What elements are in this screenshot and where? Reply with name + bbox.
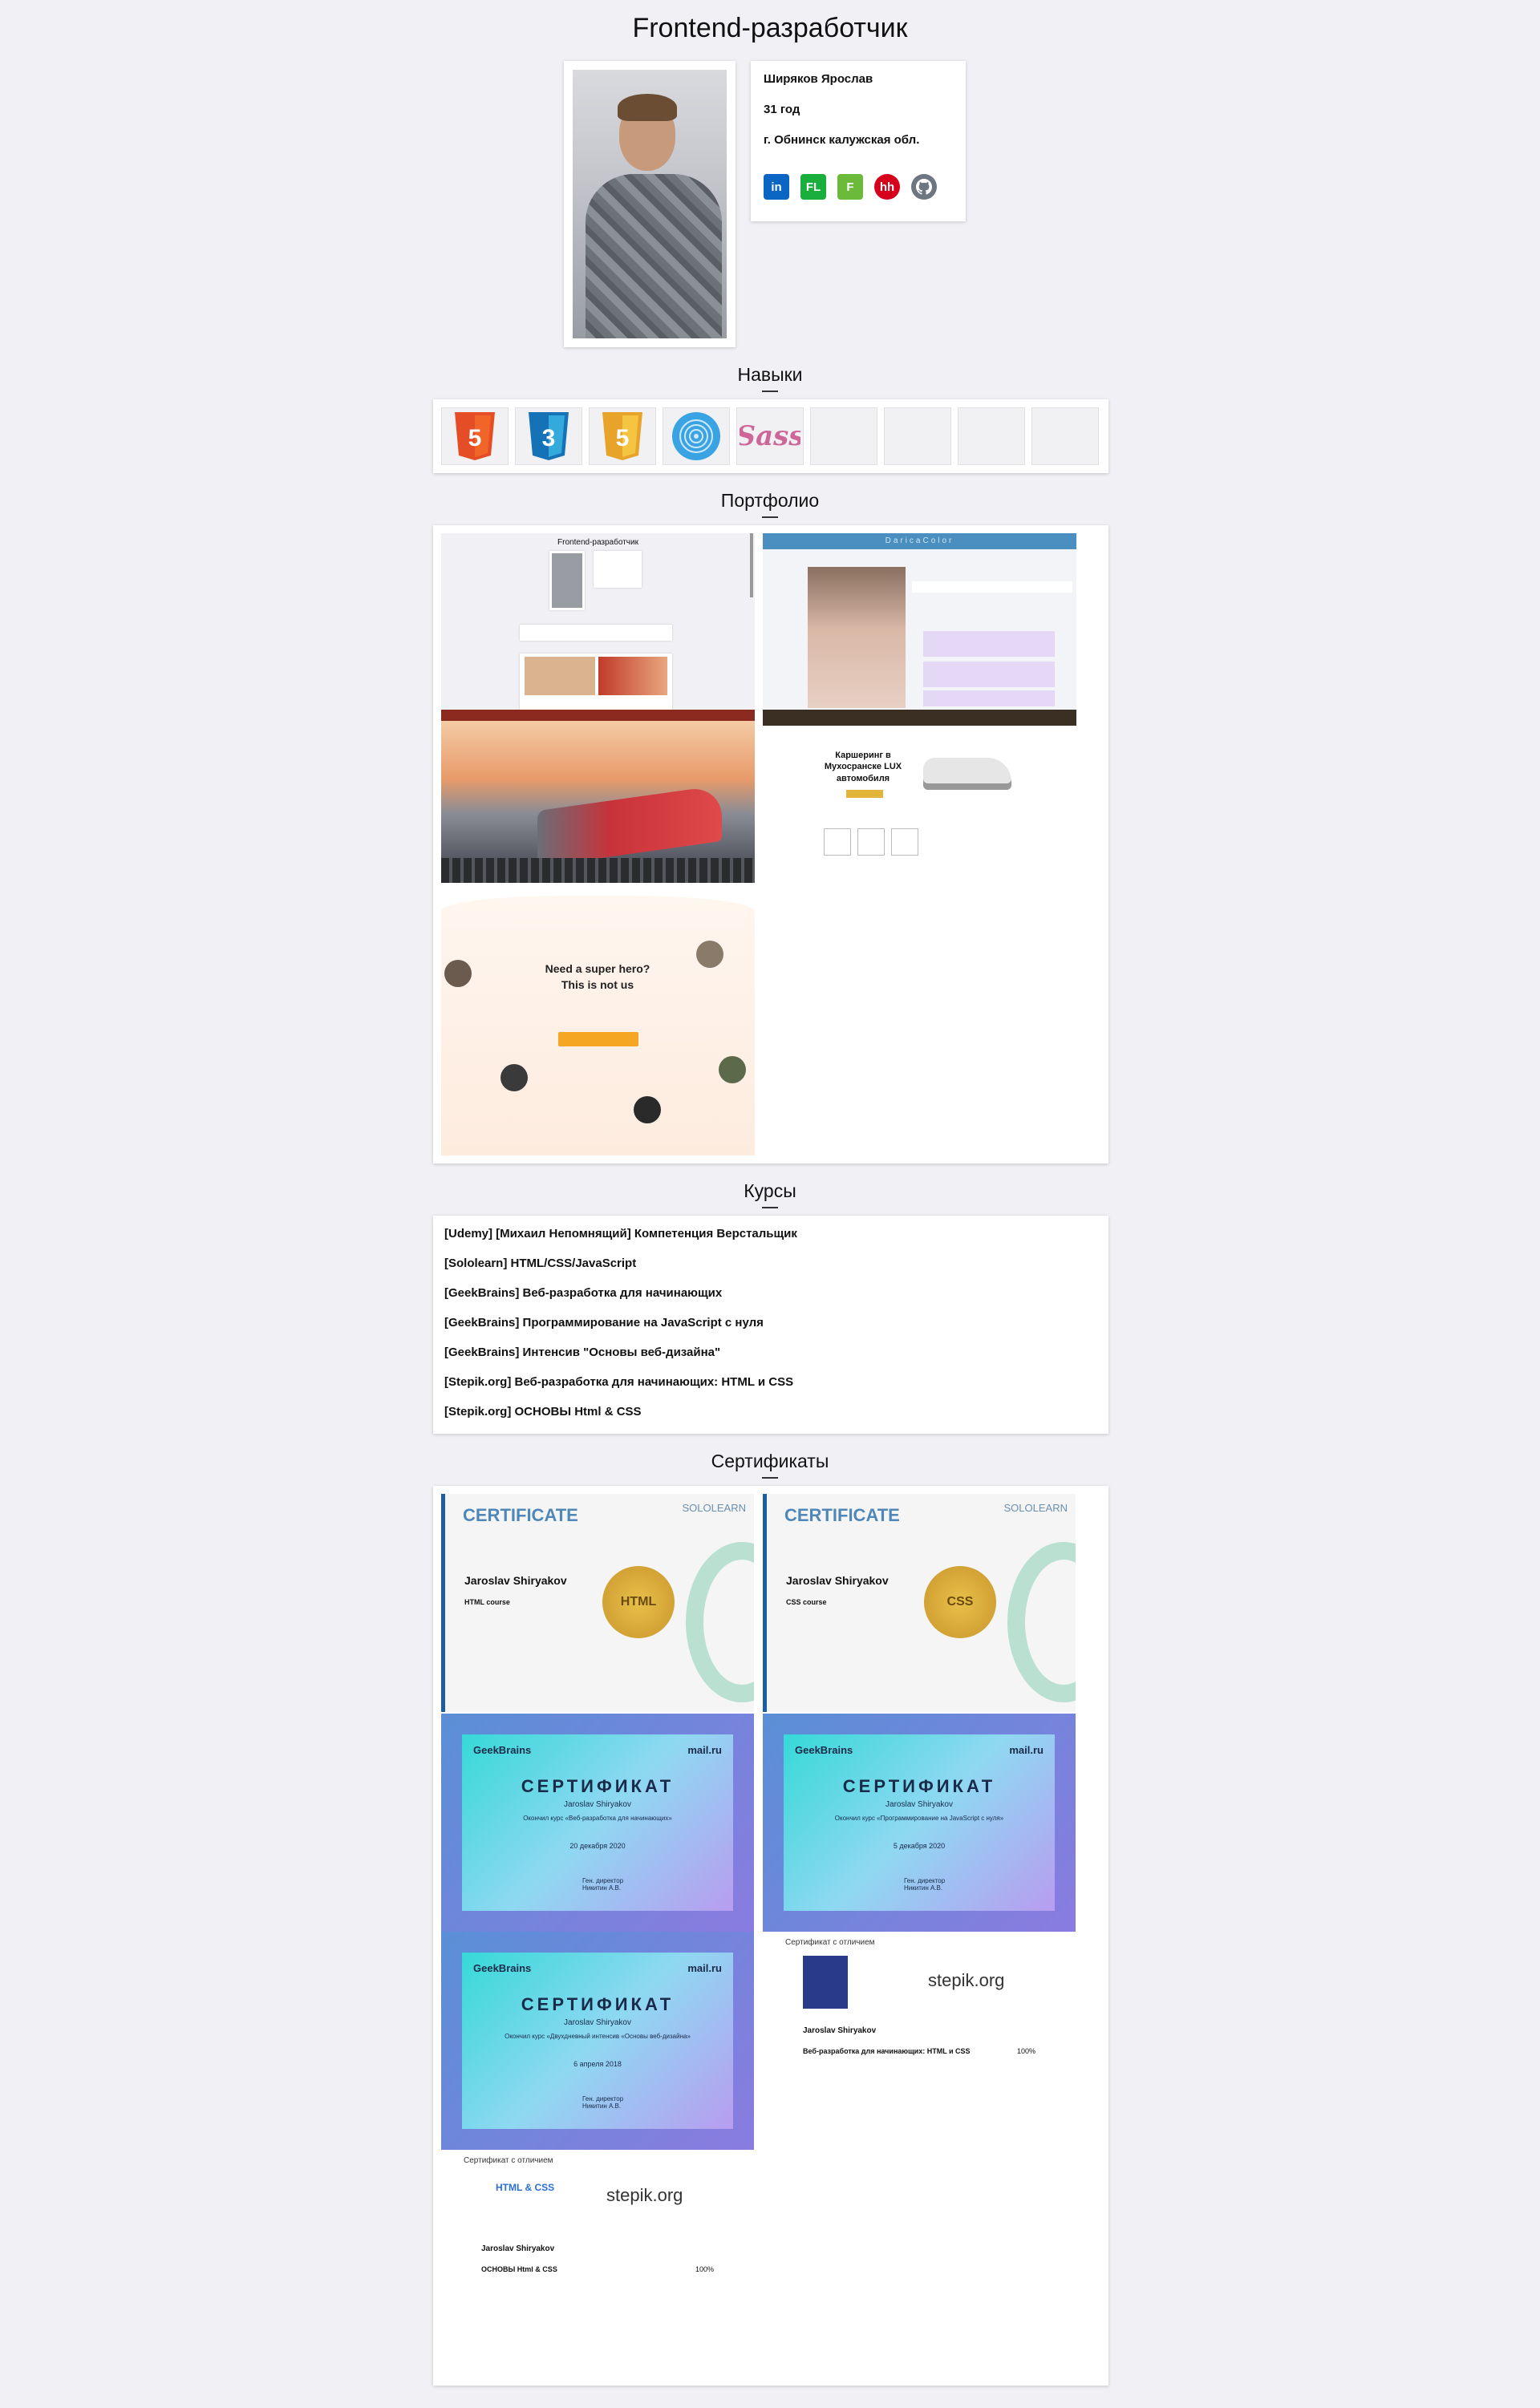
svg-text:5: 5 — [616, 425, 630, 451]
certificate-geekbrains-design[interactable]: GeekBrains mail.ru СЕРТИФИКАТ Jaroslav S… — [441, 1932, 754, 2150]
certificate-brand: GeekBrains — [473, 1962, 532, 1974]
certificates-title: Сертификаты — [0, 1451, 1540, 1479]
certificate-score: 100% — [695, 2265, 714, 2273]
certificate-brand: stepik.org — [928, 1970, 1005, 1990]
course-item: [Udemy] [Михаил Непомнящий] Компетенция … — [444, 1227, 797, 1240]
course-item: [Stepik.org] Веб-разработка для начинающ… — [444, 1375, 794, 1389]
certificate-title: CERTIFICATE — [784, 1505, 900, 1525]
certificate-brand: SOLOLEARN — [682, 1502, 746, 1514]
social-links: in FL F hh — [764, 174, 953, 200]
skills-title: Навыки — [0, 364, 1540, 392]
certificate-director: Ген. директор Никитин А.В. — [582, 2095, 624, 2110]
certificate-name: Jaroslav Shiryakov — [803, 2026, 877, 2035]
certificate-course: HTML course — [464, 1598, 510, 1606]
course-item: [Sololearn] HTML/CSS/JavaScript — [444, 1257, 637, 1270]
certificate-brand: GeekBrains — [473, 1744, 532, 1756]
profile-name: Ширяков Ярослав — [764, 72, 873, 86]
css3-icon: 3 — [515, 407, 582, 465]
certificate-sololearn-css[interactable]: CERTIFICATE SOLOLEARN Jaroslav Shiryakov… — [763, 1494, 1076, 1712]
sass-icon: Sass — [736, 407, 804, 465]
portfolio-card: Frontend-разработчик DaricaColor Каршери… — [433, 525, 1108, 1164]
github-icon[interactable] — [911, 174, 937, 200]
certificate-date: 20 декабря 2020 — [569, 1842, 626, 1850]
courses-title: Курсы — [0, 1180, 1540, 1208]
certificate-seal: CSS — [924, 1566, 996, 1638]
portfolio-title: Портфолио — [0, 490, 1540, 518]
certificate-header: Сертификат с отличием — [785, 1938, 875, 1947]
svg-text:Sass: Sass — [740, 420, 800, 452]
portfolio-thumb-heading: Каршеринг в Мухосранске LUX автомобиля — [824, 751, 902, 783]
skill-slot-empty — [958, 407, 1025, 465]
certificate-name: Jaroslav Shiryakov — [786, 1574, 889, 1587]
svg-text:3: 3 — [542, 425, 556, 451]
certificate-name: Jaroslav Shiryakov — [564, 1800, 631, 1809]
certificate-partner: mail.ru — [687, 1962, 722, 1974]
certificate-geekbrains-webdev[interactable]: GeekBrains mail.ru СЕРТИФИКАТ Jaroslav S… — [441, 1714, 754, 1932]
certificate-seal: HTML — [602, 1566, 675, 1638]
profile-photo — [573, 70, 727, 338]
certificate-stepik-basics[interactable]: Сертификат с отличием HTML & CSS stepik.… — [441, 2150, 754, 2374]
certificate-logo: HTML & CSS — [496, 2182, 555, 2193]
certificate-name: Jaroslav Shiryakov — [886, 1800, 953, 1809]
certificate-date: 5 декабря 2020 — [893, 1842, 946, 1850]
certificate-course: Веб-разработка для начинающих: HTML и CS… — [803, 2047, 971, 2055]
skill-slot-empty — [810, 407, 877, 465]
fingerprint-icon — [663, 407, 730, 465]
portfolio-item-train[interactable] — [441, 710, 755, 883]
certificate-geekbrains-js[interactable]: GeekBrains mail.ru СЕРТИФИКАТ Jaroslav S… — [763, 1714, 1076, 1932]
linkedin-icon[interactable]: in — [764, 174, 789, 200]
freelance-icon[interactable]: F — [837, 174, 863, 200]
portfolio-thumb-heading: Need a super hero? This is not us — [545, 962, 650, 991]
course-item: [GeekBrains] Веб-разработка для начинающ… — [444, 1286, 723, 1300]
course-item: [GeekBrains] Интенсив "Основы веб-дизайн… — [444, 1346, 721, 1359]
certificate-title: CERTIFICATE — [463, 1505, 578, 1525]
courses-card: [Udemy] [Михаил Непомнящий] Компетенция … — [433, 1216, 1108, 1434]
svg-text:5: 5 — [468, 425, 482, 451]
certificate-director: Ген. директор Никитин А.В. — [582, 1877, 624, 1892]
certificate-header: Сертификат с отличием — [464, 2156, 553, 2165]
profile-age: 31 год — [764, 103, 800, 116]
certificate-course: ОСНОВЫ Html & CSS — [481, 2265, 557, 2273]
profile-city: г. Обнинск калужская обл. — [764, 133, 920, 147]
certificate-course: CSS course — [786, 1598, 827, 1606]
profile-info-card: Ширяков Ярослав 31 год г. Обнинск калужс… — [751, 61, 966, 221]
certificate-title: СЕРТИФИКАТ — [521, 1776, 675, 1796]
certificate-name: Jaroslav Shiryakov — [464, 1574, 567, 1587]
certificate-title: СЕРТИФИКАТ — [842, 1776, 996, 1796]
course-item: [GeekBrains] Программирование на JavaScr… — [444, 1316, 764, 1329]
hh-icon[interactable]: hh — [874, 174, 900, 200]
certificate-name: Jaroslav Shiryakov — [481, 2244, 555, 2253]
portfolio-item-daricacolor[interactable]: DaricaColor — [763, 533, 1076, 710]
certificate-course: Окончил курс «Веб-разработка для начинаю… — [523, 1815, 672, 1822]
certificate-partner: mail.ru — [1009, 1744, 1044, 1756]
certificate-brand: SOLOLEARN — [1003, 1502, 1068, 1514]
certificate-date: 6 апреля 2018 — [573, 2060, 622, 2068]
profile-photo-card — [564, 61, 736, 347]
certificates-card: CERTIFICATE SOLOLEARN Jaroslav Shiryakov… — [433, 1486, 1108, 2386]
html5-icon: 5 — [441, 407, 509, 465]
course-item: [Stepik.org] ОСНОВЫ Html & CSS — [444, 1405, 642, 1418]
certificate-title: СЕРТИФИКАТ — [521, 1994, 675, 2014]
portfolio-item-superhero[interactable]: Need a super hero? This is not us — [441, 896, 755, 1155]
page-title: Frontend-разработчик — [632, 13, 908, 43]
portfolio-item-resume[interactable]: Frontend-разработчик — [441, 533, 755, 710]
certificate-sololearn-html[interactable]: CERTIFICATE SOLOLEARN Jaroslav Shiryakov… — [441, 1494, 754, 1712]
javascript-icon: 5 — [589, 407, 656, 465]
certificate-brand: GeekBrains — [795, 1744, 853, 1756]
certificate-course: Окончил курс «Двухдневный интенсив «Осно… — [505, 2033, 691, 2040]
certificate-course: Окончил курс «Программирование на JavaSc… — [834, 1815, 1004, 1822]
certificate-partner: mail.ru — [687, 1744, 722, 1756]
skill-slot-empty — [884, 407, 951, 465]
certificate-brand: stepik.org — [606, 2185, 683, 2205]
certificate-score: 100% — [1016, 2047, 1035, 2055]
portfolio-thumb-title: Frontend-разработчик — [557, 538, 638, 547]
fl-icon[interactable]: FL — [800, 174, 826, 200]
skills-card: 5 3 5 Sass — [433, 399, 1108, 473]
certificate-name: Jaroslav Shiryakov — [564, 2018, 631, 2027]
certificate-director: Ген. директор Никитин А.В. — [904, 1877, 946, 1892]
skill-slot-empty — [1031, 407, 1099, 465]
certificate-stepik-webdev[interactable]: Сертификат с отличием stepik.org Jarosla… — [763, 1932, 1076, 2150]
portfolio-thumb-title: DaricaColor — [763, 533, 1076, 549]
portfolio-item-carsharing[interactable]: Каршеринг в Мухосранске LUX автомобиля — [763, 710, 1076, 867]
